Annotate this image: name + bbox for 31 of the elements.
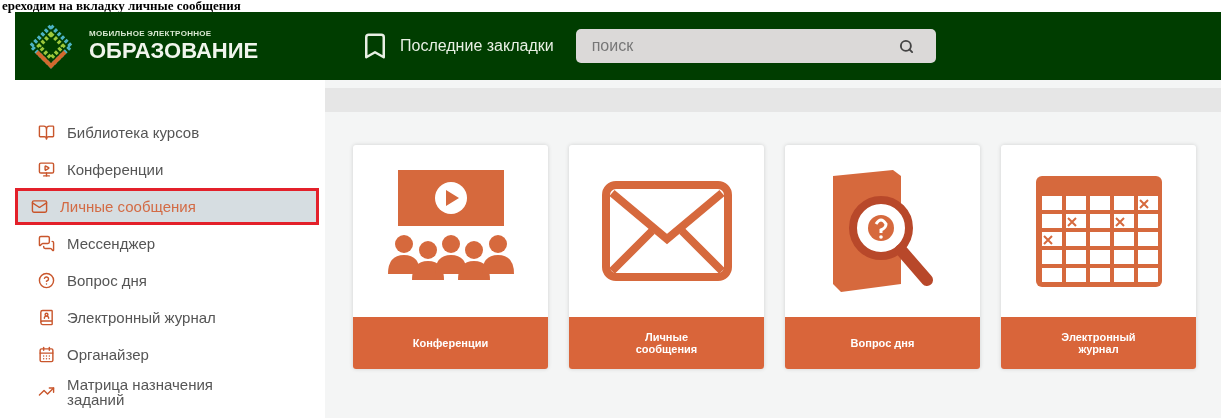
question-icon xyxy=(38,272,55,289)
envelope-icon xyxy=(31,198,48,215)
search-field[interactable]: поиск xyxy=(575,29,936,63)
bookmarks-button[interactable]: Последние закладки xyxy=(360,31,554,61)
sidebar-item[interactable]: Органайзер xyxy=(22,336,319,373)
sidebar-item[interactable]: Конференции xyxy=(22,151,319,188)
sidebar-item[interactable]: Библиотека курсов xyxy=(22,114,319,151)
tile-label: Вопрос дня xyxy=(785,317,980,369)
search-icon xyxy=(898,39,914,54)
logo-title: ОБРАЗОВАНИЕ xyxy=(89,40,259,62)
book-icon xyxy=(38,124,55,141)
module-tile[interactable]: Личные сообщения xyxy=(569,145,764,369)
tile-label: Конференции xyxy=(353,317,548,369)
module-tile[interactable]: Вопрос дня xyxy=(785,145,980,369)
envelope-icon xyxy=(601,181,732,281)
sidebar-item[interactable]: Электронный журнал xyxy=(22,299,319,336)
journal-icon xyxy=(38,309,55,326)
module-tile[interactable]: Конференции xyxy=(353,145,548,369)
sidebar-item[interactable]: Мессенджер xyxy=(22,225,319,262)
module-tile[interactable]: Электронный журнал xyxy=(1001,145,1196,369)
grid-journal-icon xyxy=(1033,173,1164,289)
logo-icon xyxy=(27,22,75,70)
calendar-icon xyxy=(38,346,55,363)
tile-label: Электронный журнал xyxy=(1001,317,1196,369)
caption-text: ереходим на вкладку личные сообщения xyxy=(2,0,241,12)
tile-label: Личные сообщения xyxy=(569,317,764,369)
video-icon xyxy=(38,161,55,178)
sidebar-item[interactable]: Матрица назначения заданий xyxy=(22,373,319,410)
logo-subtitle: МОБИЛЬНОЕ ЭЛЕКТРОННОЕ xyxy=(89,30,213,38)
sidebar-item[interactable]: Вопрос дня xyxy=(22,262,319,299)
chat-icon xyxy=(38,235,55,252)
